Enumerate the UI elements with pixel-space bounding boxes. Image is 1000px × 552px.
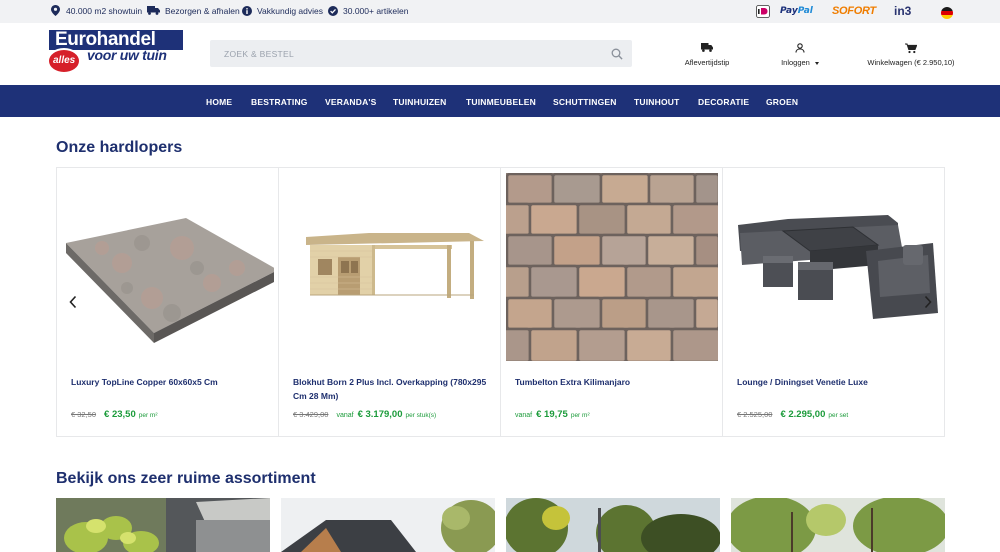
product-carousel: Luxury TopLine Copper 60x60x5 Cm € 32,50… [56, 167, 945, 437]
product-price: € 32,50 € 23,50 per m² [71, 409, 158, 420]
current-price: € 3.179,00 [357, 409, 403, 420]
product-name[interactable]: Lounge / Diningset Venetie Luxe [737, 375, 937, 389]
product-price: vanaf € 19,75 per m² [515, 409, 590, 420]
price-prefix: vanaf [336, 412, 354, 419]
usp-showtuin: 40.000 m2 showtuin [50, 5, 142, 16]
product-image[interactable] [62, 173, 278, 361]
nav-item-home[interactable]: HOME [206, 97, 232, 107]
usp-text: Bezorgen & afhalen [165, 5, 240, 16]
category-tile[interactable] [281, 498, 495, 552]
login-link[interactable]: Inloggen [776, 43, 824, 67]
current-price: € 23,50 [104, 409, 136, 420]
truck-icon [701, 43, 713, 54]
nav-item-schuttingen[interactable]: SCHUTTINGEN [553, 97, 617, 107]
location-pin-icon [50, 5, 61, 16]
in3-logo: in3 [894, 4, 912, 18]
chevron-down-icon [814, 61, 819, 65]
nav-item-verandas[interactable]: VERANDA'S [325, 97, 377, 107]
cart-link[interactable]: Winkelwagen (€ 2.950,10) [866, 43, 956, 67]
login-label: Inloggen [781, 58, 810, 67]
section-title-bestsellers: Onze hardlopers [56, 139, 183, 156]
search-input[interactable] [210, 40, 605, 67]
price-unit: per m² [138, 412, 158, 419]
nav-item-decoratie[interactable]: DECORATIE [698, 97, 749, 107]
nav-item-tuinmeubelen[interactable]: TUINMEUBELEN [466, 97, 536, 107]
cart-label: Winkelwagen (€ 2.950,10) [867, 58, 955, 67]
usp-text: Vakkundig advies [257, 5, 323, 16]
paypal-logo: Pay Pal [780, 6, 813, 16]
eurohandel-logo[interactable]: Eurohandel alles voor uw tuin [47, 27, 185, 77]
category-tile[interactable] [506, 498, 720, 552]
logo-badge-text: alles [53, 55, 76, 66]
price-unit: per stuk(s) [405, 412, 437, 419]
price-unit: per set [828, 412, 849, 419]
german-flag-icon[interactable] [941, 6, 953, 20]
product-card[interactable]: Tumbelton Extra Kilimanjaro vanaf € 19,7… [484, 168, 723, 436]
search-icon[interactable] [611, 47, 624, 60]
usp-bezorgen: Bezorgen & afhalen [147, 5, 240, 16]
product-image[interactable] [284, 173, 496, 361]
current-price: € 19,75 [536, 409, 568, 420]
nav-item-groen[interactable]: GROEN [766, 97, 798, 107]
truck-icon [147, 5, 160, 16]
user-icon [794, 43, 806, 54]
cart-icon [905, 43, 918, 54]
product-name[interactable]: Tumbelton Extra Kilimanjaro [515, 375, 715, 389]
nav-item-tuinhuizen[interactable]: TUINHUIZEN [393, 97, 446, 107]
logo-text-bottom: voor uw tuin [87, 47, 167, 63]
usp-artikelen: 30.000+ artikelen [327, 5, 408, 16]
sofort-logo: SOFORT [832, 5, 876, 17]
old-price: € 2.525,00 [737, 410, 773, 419]
usp-text: 40.000 m2 showtuin [66, 5, 143, 16]
old-price: € 32,50 [71, 410, 97, 419]
nav-item-tuinhout[interactable]: TUINHOUT [634, 97, 680, 107]
info-icon [241, 5, 252, 16]
top-info-bar: 40.000 m2 showtuin Bezorgen & afhalen Va… [0, 0, 1000, 23]
usp-advies: Vakkundig advies [241, 5, 323, 16]
current-price: € 2.295,00 [780, 409, 826, 420]
product-image[interactable] [484, 172, 722, 364]
product-name[interactable]: Blokhut Born 2 Plus Incl. Overkapping (7… [293, 375, 493, 403]
product-card[interactable]: Luxury TopLine Copper 60x60x5 Cm € 32,50… [57, 168, 279, 436]
product-card[interactable]: Blokhut Born 2 Plus Incl. Overkapping (7… [279, 168, 501, 436]
price-prefix: vanaf [515, 412, 533, 419]
category-tile[interactable] [731, 498, 945, 552]
nav-item-bestrating[interactable]: BESTRATING [251, 97, 308, 107]
delivery-time-link[interactable]: Aflevertijdstip [680, 43, 734, 67]
main-nav: HOME BESTRATING VERANDA'S TUINHUIZEN TUI… [0, 85, 1000, 117]
product-price: € 3.429,00 vanaf € 3.179,00 per stuk(s) [293, 409, 436, 420]
old-price: € 3.429,00 [293, 410, 329, 419]
price-unit: per m² [570, 412, 590, 419]
section-title-assortment: Bekijk ons zeer ruime assortiment [56, 470, 316, 487]
usp-text: 30.000+ artikelen [343, 5, 409, 16]
check-icon [327, 5, 338, 16]
ideal-logo [756, 4, 770, 18]
chevron-right-icon[interactable] [923, 295, 933, 309]
product-image[interactable] [728, 173, 940, 361]
category-tile[interactable] [56, 498, 270, 552]
product-name[interactable]: Luxury TopLine Copper 60x60x5 Cm [71, 375, 271, 389]
delivery-label: Aflevertijdstip [684, 58, 730, 67]
search-bar [210, 40, 632, 67]
product-card[interactable]: Lounge / Diningset Venetie Luxe € 2.525,… [723, 168, 945, 436]
chevron-left-icon[interactable] [68, 295, 78, 309]
product-price: € 2.525,00 € 2.295,00 per set [737, 409, 848, 420]
